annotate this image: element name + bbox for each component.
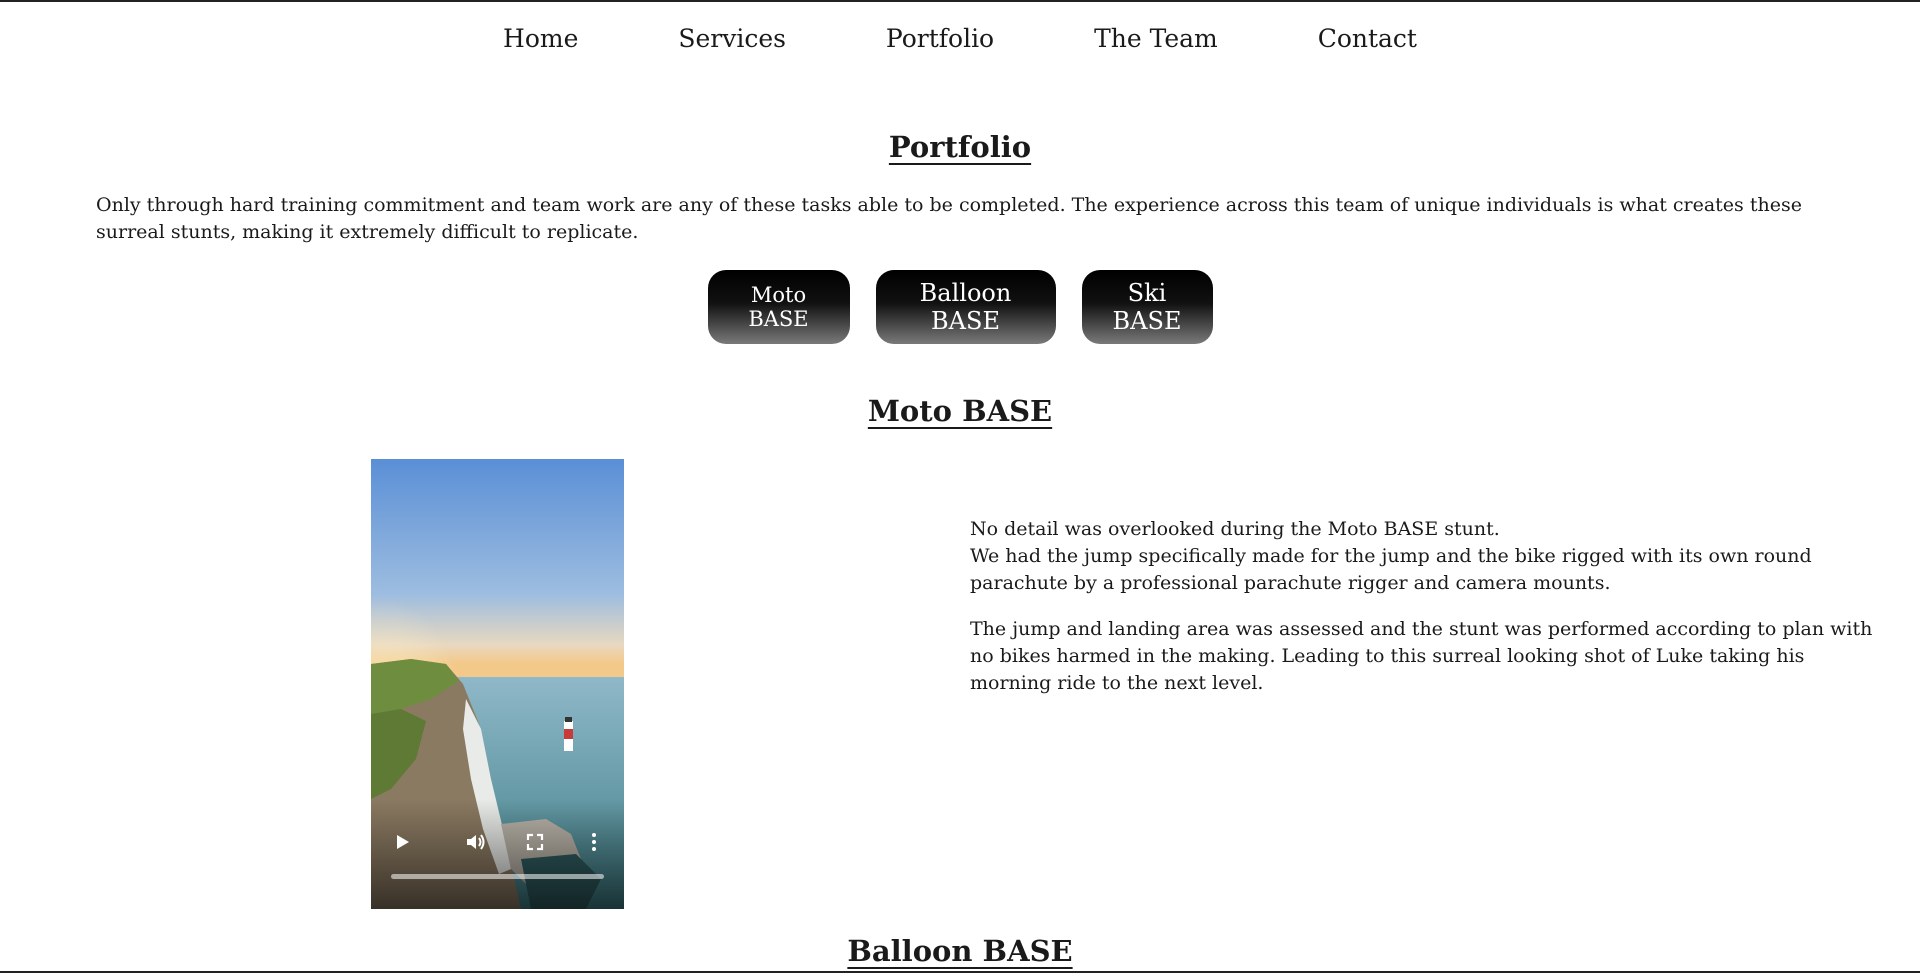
portfolio-intro: Only through hard training commitment an… — [96, 194, 1802, 243]
more-options-icon[interactable] — [583, 831, 605, 853]
balloon-base-button[interactable]: Balloon BASE — [875, 270, 1056, 344]
balloon-base-heading: Balloon BASE — [0, 934, 1920, 968]
volume-icon[interactable] — [464, 831, 486, 853]
moto-base-paragraph-2: The jump and landing area was assessed a… — [970, 618, 1873, 694]
nav-home[interactable]: Home — [503, 24, 578, 53]
portfolio-heading: Portfolio — [0, 130, 1920, 164]
video-progress-bar[interactable] — [391, 874, 604, 879]
ski-base-button[interactable]: Ski BASE — [1081, 270, 1213, 344]
moto-base-line-1: No detail was overlooked during the Moto… — [970, 518, 1500, 540]
moto-base-line-2: We had the jump specifically made for th… — [970, 545, 1812, 594]
fullscreen-icon[interactable] — [524, 831, 546, 853]
nav-portfolio[interactable]: Portfolio — [886, 24, 994, 53]
nav-the-team[interactable]: The Team — [1094, 24, 1218, 53]
moto-base-video[interactable] — [371, 459, 624, 909]
page: Home Services Portfolio The Team Contact… — [0, 0, 1920, 973]
portfolio-button-row: Moto BASE Balloon BASE Ski BASE — [0, 270, 1920, 344]
nav-contact[interactable]: Contact — [1318, 24, 1417, 53]
moto-base-paragraph-1: No detail was overlooked during the Moto… — [970, 516, 1885, 597]
main-nav: Home Services Portfolio The Team Contact — [0, 24, 1920, 53]
video-controls — [371, 819, 624, 909]
play-icon[interactable] — [391, 831, 413, 853]
balloon-base-title: Balloon BASE — [847, 934, 1073, 968]
moto-base-heading: Moto BASE — [0, 394, 1920, 428]
nav-services[interactable]: Services — [678, 24, 786, 53]
moto-base-title: Moto BASE — [867, 394, 1053, 428]
portfolio-title: Portfolio — [888, 130, 1032, 164]
moto-base-description: No detail was overlooked during the Moto… — [970, 516, 1885, 716]
moto-base-button[interactable]: Moto BASE — [707, 270, 850, 344]
